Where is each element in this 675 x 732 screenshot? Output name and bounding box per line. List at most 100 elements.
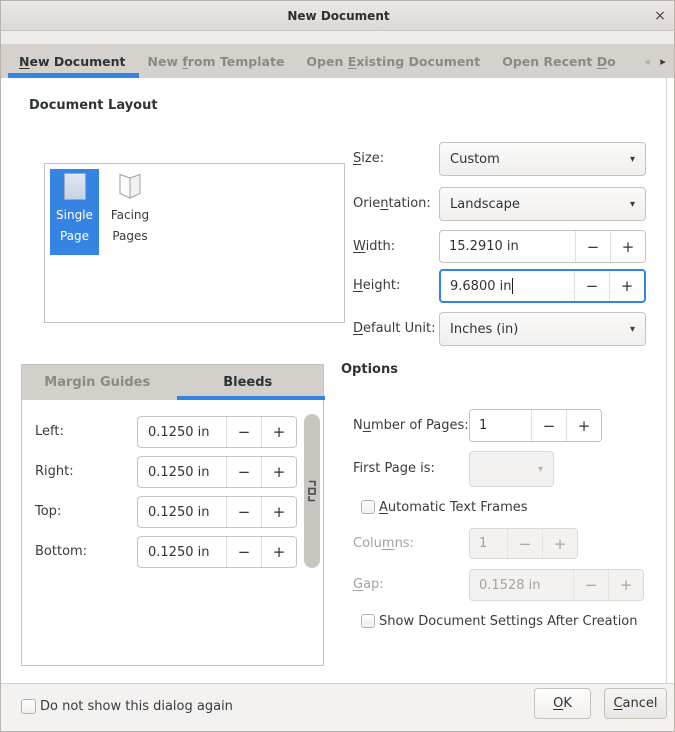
number-of-pages-label: Number of Pages: [353, 409, 469, 442]
titlebar-spacer [1, 31, 675, 44]
show-document-settings-label: Show Document Settings After Creation [379, 614, 638, 629]
bleed-right-input[interactable]: 0.1250 in [138, 457, 226, 487]
page-layout-selector: Single Page Facing Pages [44, 163, 345, 323]
layout-item-single-page[interactable]: Single Page [50, 169, 99, 255]
plus-icon: + [622, 238, 635, 256]
pages-plus-button[interactable]: + [566, 410, 601, 441]
minus-icon: − [519, 535, 532, 553]
tab-scroll-left-icon[interactable]: ◂ [640, 55, 654, 68]
facing-pages-icon [117, 173, 143, 200]
default-unit-value: Inches (in) [450, 322, 630, 337]
link-values-button[interactable] [304, 414, 320, 568]
gap-minus-button: − [573, 570, 608, 600]
bleed-bottom-minus-button[interactable]: − [226, 537, 261, 567]
ok-button[interactable]: OK [534, 688, 591, 719]
close-button[interactable]: × [644, 1, 675, 31]
plus-icon: + [273, 463, 286, 481]
bleed-right-label: Right: [35, 464, 74, 479]
bleed-left-spinbox: 0.1250 in − + [137, 416, 297, 448]
minus-icon: − [238, 463, 251, 481]
bleed-right-minus-button[interactable]: − [226, 457, 261, 487]
columns-label: Columns: [353, 528, 414, 559]
columns-spinbox: 1 − + [469, 528, 578, 559]
plus-icon: + [273, 423, 286, 441]
width-label: Width: [353, 230, 395, 263]
close-icon: × [654, 8, 666, 24]
automatic-text-frames-checkbox[interactable] [361, 500, 375, 514]
bleed-right-plus-button[interactable]: + [261, 457, 296, 487]
chevron-down-icon: ▾ [630, 154, 635, 165]
chevron-down-icon: ▾ [538, 464, 543, 475]
active-tab-indicator [8, 73, 139, 78]
margins-panel: Margin Guides Bleeds Left: 0.1250 in − +… [21, 364, 324, 666]
cancel-button[interactable]: Cancel [604, 688, 667, 719]
columns-input: 1 [470, 529, 507, 558]
tab-open-recent-document[interactable]: Open Recent Do [491, 44, 627, 78]
height-plus-button[interactable]: + [609, 271, 644, 301]
document-layout-heading: Document Layout [29, 98, 158, 113]
bleed-top-input[interactable]: 0.1250 in [138, 497, 226, 527]
chevron-down-icon: ▾ [630, 324, 635, 335]
plus-icon: + [620, 576, 633, 594]
content-right-border [666, 78, 667, 683]
plus-icon: + [554, 535, 567, 553]
bleed-left-plus-button[interactable]: + [261, 417, 296, 447]
first-page-label: First Page is: [353, 451, 435, 487]
number-of-pages-spinbox: 1 − + [469, 409, 602, 442]
options-heading: Options [341, 362, 398, 377]
gap-input: 0.1528 in [470, 570, 573, 600]
bleed-bottom-spinbox: 0.1250 in − + [137, 536, 297, 568]
minus-icon: − [238, 503, 251, 521]
tab-open-existing-document[interactable]: Open Existing Document [295, 44, 491, 78]
bleed-left-input[interactable]: 0.1250 in [138, 417, 226, 447]
columns-minus-button: − [507, 529, 542, 558]
automatic-text-frames-label: Automatic Text Frames [379, 500, 528, 515]
tab-scroll-arrows: ◂ ▸ [640, 55, 675, 68]
orientation-label: Orientation: [353, 187, 431, 221]
first-page-dropdown[interactable]: ▾ [469, 451, 554, 487]
text-cursor [512, 278, 513, 294]
dont-show-again-checkbox[interactable] [21, 699, 36, 714]
minus-icon: − [238, 543, 251, 561]
tab-scroll-right-icon[interactable]: ▸ [656, 55, 670, 68]
bleed-top-spinbox: 0.1250 in − + [137, 496, 297, 528]
bleed-left-minus-button[interactable]: − [226, 417, 261, 447]
orientation-value: Landscape [450, 197, 630, 212]
number-of-pages-input[interactable]: 1 [470, 410, 531, 441]
height-label: Height: [353, 269, 400, 303]
width-minus-button[interactable]: − [575, 231, 610, 262]
tab-new-from-template[interactable]: New from Template [137, 44, 296, 78]
default-unit-dropdown[interactable]: Inches (in) ▾ [439, 312, 646, 346]
height-minus-button[interactable]: − [574, 271, 609, 301]
title-bar: New Document [1, 1, 675, 31]
chain-link-icon [307, 480, 317, 502]
layout-item-facing-pages[interactable]: Facing Pages [102, 169, 158, 255]
bleed-top-label: Top: [35, 504, 61, 519]
size-label: Size: [353, 142, 384, 176]
plus-icon: + [273, 543, 286, 561]
tab-bleeds[interactable]: Bleeds [173, 365, 324, 400]
bleed-left-label: Left: [35, 424, 64, 439]
minus-icon: − [543, 417, 556, 435]
width-input[interactable]: 15.2910 in [440, 231, 575, 262]
bleed-bottom-plus-button[interactable]: + [261, 537, 296, 567]
height-input[interactable]: 9.6800 in [441, 271, 574, 301]
orientation-dropdown[interactable]: Landscape ▾ [439, 187, 646, 221]
new-document-dialog: New Document × New Document New from Tem… [0, 0, 675, 732]
show-document-settings-checkbox[interactable] [361, 614, 375, 628]
size-value: Custom [450, 152, 630, 167]
tab-margin-guides[interactable]: Margin Guides [22, 365, 173, 400]
pages-minus-button[interactable]: − [531, 410, 566, 441]
width-plus-button[interactable]: + [610, 231, 645, 262]
gap-label: Gap: [353, 569, 384, 601]
bleed-bottom-input[interactable]: 0.1250 in [138, 537, 226, 567]
columns-plus-button: + [542, 529, 577, 558]
plus-icon: + [578, 417, 591, 435]
size-dropdown[interactable]: Custom ▾ [439, 142, 646, 176]
minus-icon: − [587, 238, 600, 256]
bleed-top-plus-button[interactable]: + [261, 497, 296, 527]
bleed-top-minus-button[interactable]: − [226, 497, 261, 527]
single-page-icon [64, 173, 86, 200]
minus-icon: − [586, 277, 599, 295]
height-spinbox: 9.6800 in − + [439, 269, 646, 303]
